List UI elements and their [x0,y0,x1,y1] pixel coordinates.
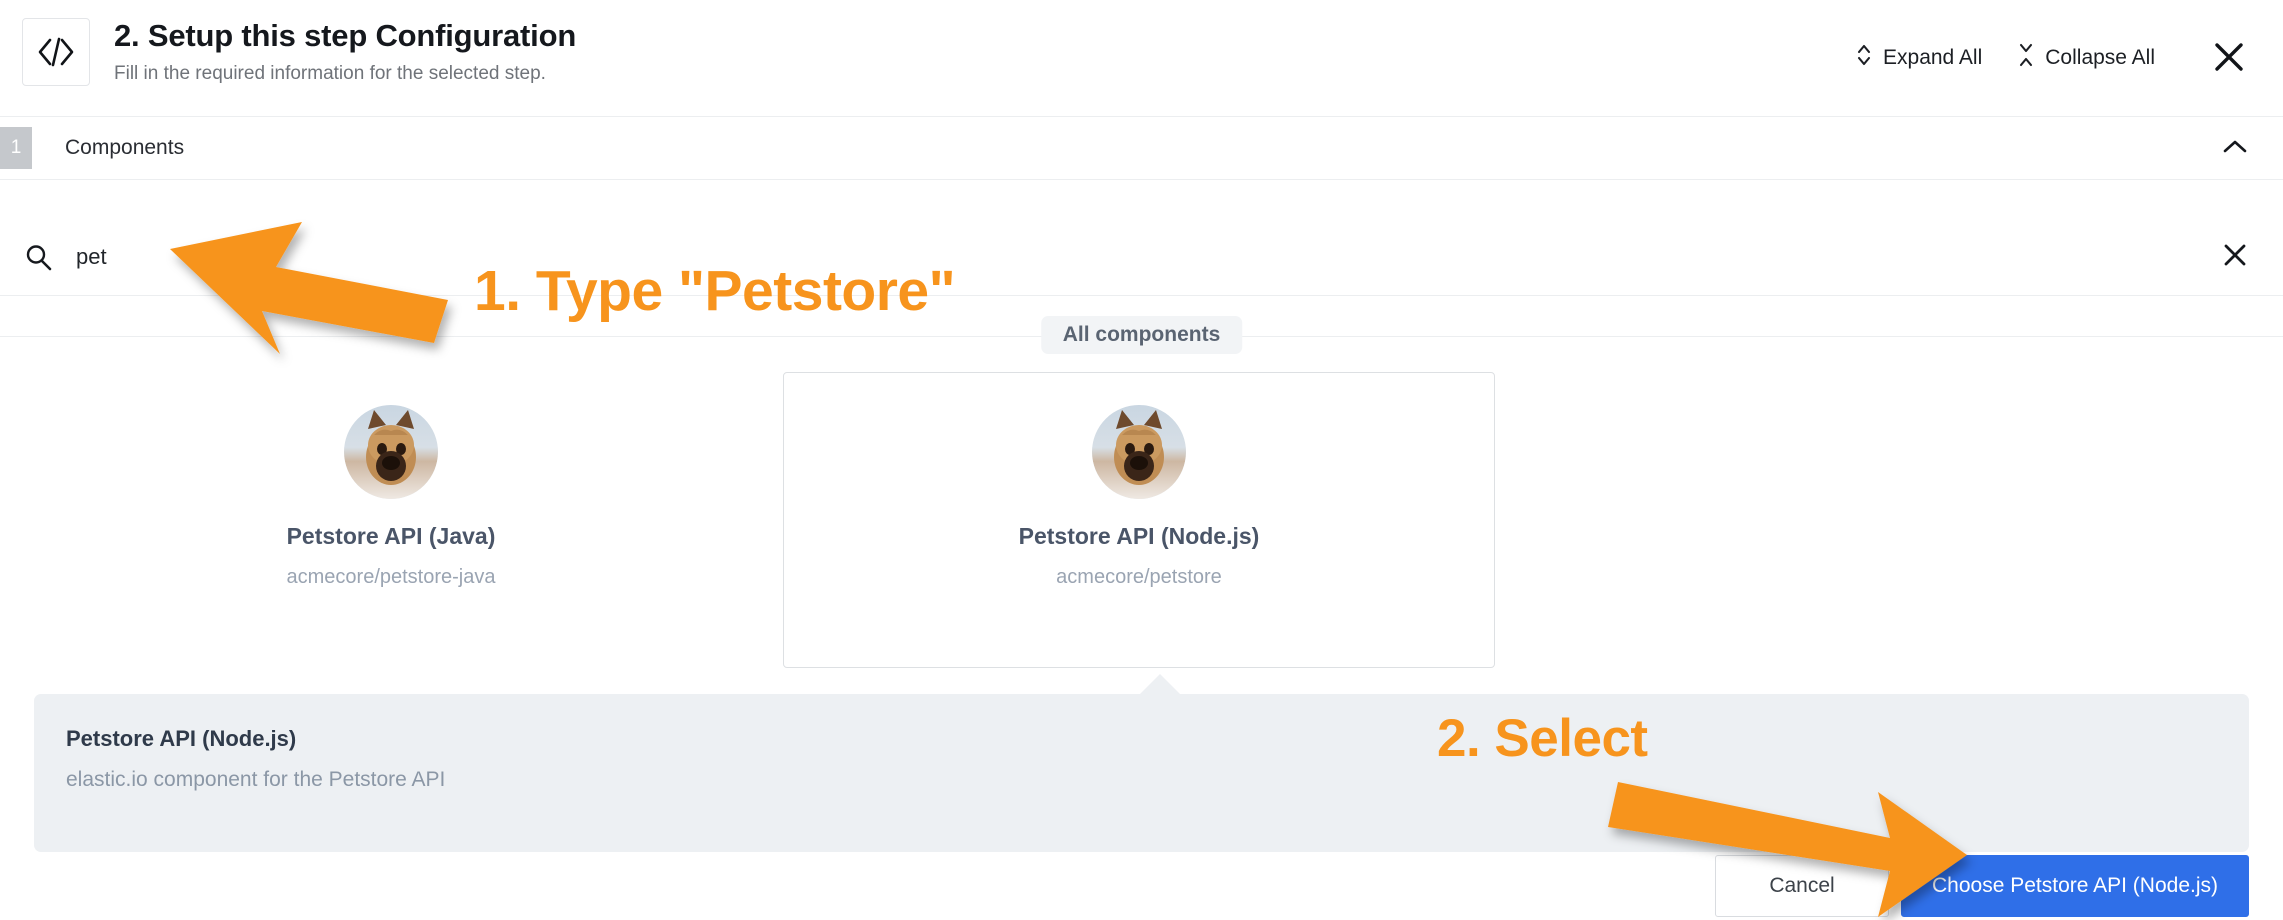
detail-description: elastic.io component for the Petstore AP… [66,768,446,791]
page-title: 2. Setup this step Configuration [114,18,577,53]
component-detail-panel: Petstore API (Node.js) elastic.io compon… [34,694,2249,852]
component-repo: acmecore/petstore-java [286,566,496,588]
code-brackets-icon [22,18,90,86]
close-dialog-button[interactable] [2203,32,2255,84]
header-actions: Expand All Collapse All [1838,16,2255,84]
cancel-button[interactable]: Cancel [1715,855,1890,917]
close-icon [2212,40,2246,77]
detail-panel-caret [1139,674,1181,695]
expand-all-button[interactable]: Expand All [1838,37,2000,79]
chevron-collapse-icon [2018,43,2034,73]
component-name: Petstore API (Java) [286,523,496,549]
component-repo: acmecore/petstore [1056,566,1222,588]
search-bar [0,218,2283,296]
section-header-components[interactable]: 1 Components [0,116,2283,180]
french-bulldog-avatar [1092,405,1186,499]
choose-component-button[interactable]: Choose Petstore API (Node.js) [1901,855,2249,917]
component-card-petstore-node[interactable]: Petstore API (Node.js) acmecore/petstore [783,372,1495,668]
clear-search-button[interactable] [2187,218,2283,295]
component-card-list: Petstore API (Java) acmecore/petstore-ja… [0,360,2283,670]
collapse-all-button[interactable]: Collapse All [2000,37,2173,79]
component-picker-dialog: 2. Setup this step Configuration Fill in… [0,0,2283,920]
section-title: Components [65,136,185,159]
group-label-all-components: All components [1040,316,1243,354]
chevron-up-down-icon [1856,43,1872,73]
search-icon [0,242,76,272]
search-input[interactable] [76,218,2187,295]
header-text-block: 2. Setup this step Configuration Fill in… [114,16,576,87]
french-bulldog-avatar [344,405,438,499]
close-icon [2221,241,2249,272]
component-name: Petstore API (Node.js) [1018,523,1260,549]
detail-title: Petstore API (Node.js) [66,726,297,751]
dialog-footer: Cancel Choose Petstore API (Node.js) [0,852,2283,920]
collapse-all-label: Collapse All [2045,46,2155,69]
expand-all-label: Expand All [1883,46,1983,69]
dialog-header: 2. Setup this step Configuration Fill in… [0,0,2283,116]
section-collapse-toggle[interactable] [2215,128,2255,168]
component-card-petstore-java[interactable]: Petstore API (Java) acmecore/petstore-ja… [35,372,747,668]
chevron-up-icon [2222,139,2248,158]
page-subtitle: Fill in the required information for the… [114,63,546,84]
step-number-badge: 1 [0,127,32,169]
